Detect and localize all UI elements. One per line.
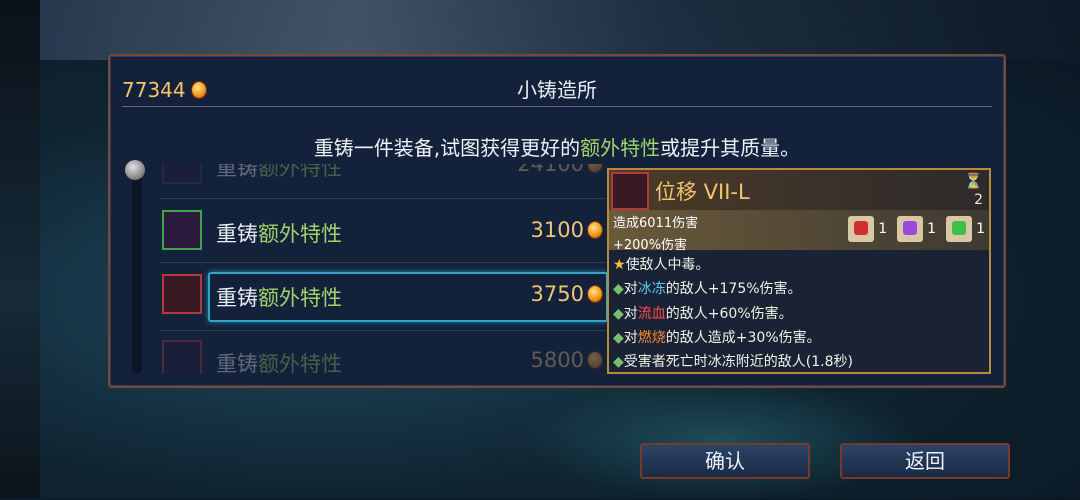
label-affix: 额外特性 xyxy=(258,222,342,246)
item-price: 5800 xyxy=(531,348,602,372)
bullet-icon: ◆ xyxy=(613,306,624,322)
gold-coin-icon xyxy=(588,286,602,302)
item-icon xyxy=(162,164,202,184)
list-item-label: 重铸额外特性 xyxy=(216,164,342,182)
tactics-scroll-icon xyxy=(897,216,924,242)
effect-text: 对 xyxy=(623,281,638,297)
effect-text: 的敌人+175%伤害。 xyxy=(665,281,802,297)
subtitle-text-end: 或提升其质量。 xyxy=(660,136,801,160)
item-tooltip: 位移 VII-L ⏳ 2 造成6011伤害 +200%伤害 1 1 1 ★使敌人… xyxy=(607,168,991,374)
effect-line: ◆对燃烧的敌人造成+30%伤害。 xyxy=(613,327,821,347)
price-value: 5800 xyxy=(530,348,584,372)
label-prefix: 重铸 xyxy=(216,164,258,180)
effect-keyword: 燃烧 xyxy=(637,330,666,346)
scroll-count: 1 xyxy=(976,221,985,237)
scroll-requirements: 1 1 1 xyxy=(848,216,985,242)
confirm-button[interactable]: 确认 xyxy=(640,443,810,479)
list-scrollbar-handle[interactable] xyxy=(125,160,145,180)
bullet-icon: ◆ xyxy=(613,354,624,370)
label-prefix: 重铸 xyxy=(216,352,258,374)
subtitle-highlight: 额外特性 xyxy=(580,136,661,160)
brutality-scroll-icon xyxy=(848,216,875,242)
list-item-label: 重铸额外特性 xyxy=(216,348,342,374)
dash-skill-icon xyxy=(611,172,649,210)
effect-text: 对 xyxy=(623,330,638,346)
scroll-requirement: 1 xyxy=(848,216,887,242)
effect-text: 受害者死亡时冰冻附近的敌人(1.8秒) xyxy=(623,354,853,370)
row-divider xyxy=(160,262,606,263)
reforge-option-list: 重铸额外特性 24100 重铸额外特性 3100 重铸额外特性 3750 重铸额… xyxy=(160,164,610,374)
scroll-count: 1 xyxy=(878,221,888,237)
bullet-icon: ◆ xyxy=(613,330,624,346)
scroll-requirement: 1 xyxy=(897,216,936,242)
scroll-count: 1 xyxy=(927,221,937,237)
row-divider xyxy=(160,330,606,331)
damage-bonus-text: +200%伤害 xyxy=(613,238,688,253)
item-level: 2 xyxy=(974,192,983,208)
list-item[interactable]: 重铸额外特性 3100 xyxy=(160,204,606,260)
damage-text: 造成6011伤害 xyxy=(613,216,699,231)
subtitle-text: 重铸一件装备,试图获得更好的 xyxy=(313,136,581,160)
item-price: 3750 xyxy=(531,282,602,306)
price-value: 3750 xyxy=(530,282,584,306)
effect-line: ◆对冰冻的敌人+175%伤害。 xyxy=(613,278,802,298)
effect-line: ◆对流血的敌人+60%伤害。 xyxy=(613,303,793,323)
label-prefix: 重铸 xyxy=(216,222,258,246)
back-button[interactable]: 返回 xyxy=(840,443,1010,479)
price-value: 3100 xyxy=(530,218,584,242)
price-value: 24100 xyxy=(517,164,584,176)
label-affix: 额外特性 xyxy=(258,286,342,310)
star-icon: ★ xyxy=(613,257,626,273)
effect-text: 的敌人+60%伤害。 xyxy=(665,306,793,322)
list-item-label: 重铸额外特性 xyxy=(216,282,342,312)
effect-text: 对 xyxy=(623,306,638,322)
item-icon xyxy=(162,340,202,374)
gold-coin-icon xyxy=(588,164,602,172)
list-item-label: 重铸额外特性 xyxy=(216,218,342,248)
label-affix: 额外特性 xyxy=(258,164,342,180)
background-glow xyxy=(520,380,920,500)
survival-scroll-icon xyxy=(946,216,973,242)
label-affix: 额外特性 xyxy=(258,352,342,374)
label-prefix: 重铸 xyxy=(216,286,258,310)
item-icon xyxy=(162,274,202,314)
row-divider xyxy=(160,198,606,199)
background-scenery xyxy=(40,0,1080,60)
item-price: 24100 xyxy=(517,164,602,176)
item-price: 3100 xyxy=(531,218,602,242)
list-item[interactable]: 重铸额外特性 24100 xyxy=(160,164,606,194)
title-divider xyxy=(122,106,992,107)
effect-text: 的敌人造成+30%伤害。 xyxy=(665,330,821,346)
panel-title: 小铸造所 xyxy=(517,78,597,102)
bullet-icon: ◆ xyxy=(613,281,624,297)
list-item[interactable]: 重铸额外特性 5800 xyxy=(160,334,606,374)
list-scrollbar-track[interactable] xyxy=(132,166,142,374)
effect-keyword: 流血 xyxy=(637,306,666,322)
panel-subtitle: 重铸一件装备,试图获得更好的额外特性或提升其质量。 xyxy=(110,132,1004,161)
list-item-selected[interactable]: 重铸额外特性 3750 xyxy=(160,268,608,324)
effect-text: 使敌人中毒。 xyxy=(625,257,710,273)
scroll-requirement: 1 xyxy=(946,216,985,242)
background-left-edge xyxy=(0,0,40,498)
effect-line: ★使敌人中毒。 xyxy=(613,254,710,274)
gold-coin-icon xyxy=(588,352,602,368)
effect-line: ◆受害者死亡时冰冻附近的敌人(1.8秒) xyxy=(613,351,853,371)
hourglass-icon: ⏳ xyxy=(964,172,983,190)
gold-coin-icon xyxy=(588,222,602,238)
effect-keyword: 冰冻 xyxy=(637,281,666,297)
item-name: 位移 VII-L xyxy=(655,180,750,204)
item-icon xyxy=(162,210,202,250)
